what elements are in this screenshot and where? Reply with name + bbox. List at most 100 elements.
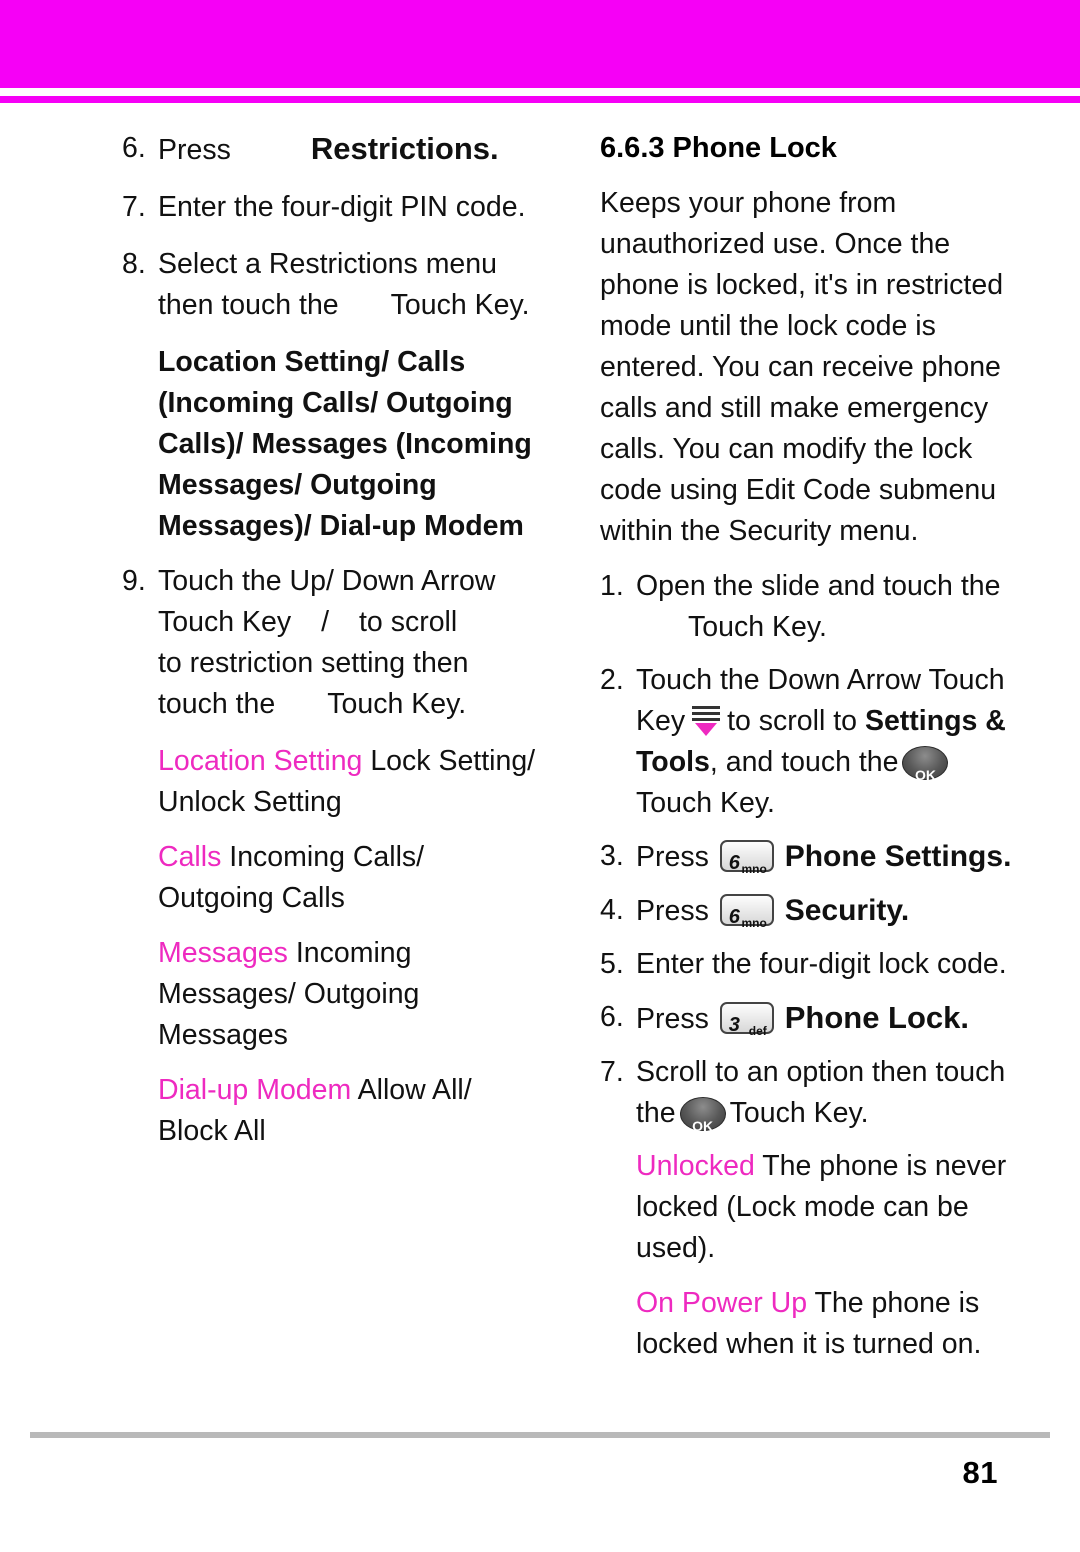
definition-item: On Power Up The phone is locked when it … bbox=[636, 1283, 1020, 1365]
bold-menu-line: Location Setting/ Calls bbox=[158, 346, 466, 378]
list-item-body: Open the slide and touch the Touch Key. bbox=[636, 566, 1020, 648]
step-text: Touch Key bbox=[158, 606, 292, 638]
down-arrow-key-icon bbox=[689, 704, 723, 738]
list-item-body: Press 6 mno Phone Settings. bbox=[636, 836, 1020, 878]
section-heading: 6.6.3 Phone Lock bbox=[600, 132, 837, 164]
step-text: Touch Key. bbox=[327, 688, 467, 720]
step-bold-term: Phone Lock bbox=[784, 1000, 961, 1035]
list-item-number: 6. bbox=[122, 132, 146, 164]
step-bold-term: Security bbox=[784, 894, 901, 927]
step-line-2: Touch Key / to scroll bbox=[158, 602, 542, 643]
bold-menu-block: Location Setting/ Calls (Incoming Calls/… bbox=[158, 342, 542, 547]
list-item: 7. Enter the four-digit PIN code. bbox=[122, 187, 542, 228]
step-text: Press bbox=[636, 895, 709, 927]
step-line-3: to restriction setting then bbox=[158, 647, 469, 679]
list-item: 6. Press 3 def Phone Lock. bbox=[600, 997, 1020, 1040]
list-item: 3. Press 6 mno Phone Settings. bbox=[600, 836, 1020, 878]
key-letters: mno bbox=[741, 916, 767, 930]
step-text: Touch Key. bbox=[729, 1097, 869, 1129]
top-accent-band bbox=[0, 0, 1080, 88]
step-line-2: Touch Key. bbox=[636, 607, 1020, 648]
step-line-1: Scroll to an option then touch bbox=[636, 1056, 1006, 1088]
list-item: 5. Enter the four-digit lock code. bbox=[600, 944, 1020, 985]
key-letters: mno bbox=[741, 862, 767, 876]
step-text: then touch the bbox=[158, 289, 339, 321]
step-text: Touch Key. bbox=[688, 611, 827, 643]
step-line-1: Select a Restrictions menu bbox=[158, 248, 497, 280]
definition-item: Messages Incoming Messages/ Outgoing Mes… bbox=[158, 933, 542, 1056]
step-bold-term: Phone Settings bbox=[784, 840, 1004, 873]
step-text: to scroll to bbox=[727, 705, 858, 737]
list-item-number: 9. bbox=[122, 565, 146, 597]
step-period: . bbox=[1003, 840, 1012, 873]
step-text: Press bbox=[636, 1003, 709, 1035]
step-period: . bbox=[900, 894, 910, 927]
step-bold-term: Settings & bbox=[864, 705, 1006, 737]
footer-rule bbox=[30, 1432, 1050, 1438]
ok-key-icon: OK bbox=[902, 746, 949, 783]
page-number: 81 bbox=[962, 1455, 998, 1490]
step-bold-term: Tools bbox=[636, 746, 710, 778]
step-line-1: Open the slide and touch the bbox=[636, 570, 1001, 602]
step-line-3: Tools, and touch the OK bbox=[636, 742, 1020, 783]
key-letters: def bbox=[748, 1024, 767, 1038]
step-text: Touch Key. bbox=[390, 289, 530, 321]
definition-term: Dial-up Modem bbox=[158, 1074, 352, 1106]
definition-term: Calls bbox=[158, 841, 222, 873]
step-period: . bbox=[490, 131, 499, 166]
step-text: touch the bbox=[158, 688, 276, 720]
step-bold-term: Restrictions bbox=[310, 131, 491, 166]
bold-menu-line: Messages)/ Dial-up Modem bbox=[158, 510, 524, 542]
definition-term: Location Setting bbox=[158, 745, 363, 777]
list-item: 9. Touch the Up/ Down Arrow Touch Key / to… bbox=[122, 561, 542, 725]
left-column: 6. Press Restrictions. 7. Enter the four-… bbox=[122, 128, 542, 1166]
definition-item: Dial-up Modem Allow All/ Block All bbox=[158, 1070, 542, 1152]
keypad-3-icon: 3 def bbox=[719, 1002, 774, 1038]
list-item-number: 6. bbox=[600, 1001, 624, 1033]
step-line-4: touch the Touch Key. bbox=[158, 684, 542, 725]
bold-menu-line: Calls)/ Messages (Incoming bbox=[158, 428, 532, 460]
step-text: to scroll bbox=[359, 606, 458, 638]
list-item: 1. Open the slide and touch the Touch Ke… bbox=[600, 566, 1020, 648]
list-item-body: Touch the Down Arrow Touch Key to scroll … bbox=[636, 660, 1020, 824]
key-digit: 3 bbox=[728, 1014, 740, 1036]
definition-item: Unlocked The phone is never locked (Lock… bbox=[636, 1146, 1020, 1269]
list-item: 7. Scroll to an option then touch the OK T… bbox=[600, 1052, 1020, 1134]
list-item-number: 3. bbox=[600, 840, 624, 872]
step-line-2: the OK Touch Key. bbox=[636, 1093, 1020, 1134]
list-item-number: 4. bbox=[600, 894, 624, 926]
step-line-1: Touch the Up/ Down Arrow bbox=[158, 565, 496, 597]
list-item: 6. Press Restrictions. bbox=[122, 128, 542, 171]
top-accent-rule bbox=[0, 96, 1080, 103]
intro-paragraph: Keeps your phone from unauthorized use. … bbox=[600, 187, 1004, 547]
list-item-body: Press Restrictions. bbox=[158, 128, 542, 171]
keypad-6-icon: 6 mno bbox=[719, 894, 774, 930]
step-text: Press bbox=[158, 134, 231, 166]
list-item: 4. Press 6 mno Security. bbox=[600, 890, 1020, 932]
definition-term: Messages bbox=[158, 937, 288, 969]
step-line-2: Key to scroll to Settings & bbox=[636, 701, 1020, 742]
step-line-2: then touch the Touch Key. bbox=[158, 285, 542, 326]
list-item-body: Touch the Up/ Down Arrow Touch Key / to sc… bbox=[158, 561, 542, 725]
list-item-number: 5. bbox=[600, 948, 624, 980]
bold-menu-line: Messages/ Outgoing bbox=[158, 469, 437, 501]
definition-term: On Power Up bbox=[636, 1287, 808, 1319]
list-item-number: 7. bbox=[122, 191, 146, 223]
step-text: Press bbox=[636, 841, 709, 873]
ok-key-icon: OK bbox=[679, 1097, 726, 1134]
key-digit: 6 bbox=[728, 852, 740, 874]
list-item-number: 8. bbox=[122, 248, 146, 280]
list-item-body: Enter the four-digit PIN code. bbox=[158, 191, 526, 223]
step-text: the bbox=[636, 1097, 676, 1129]
definition-term: Unlocked bbox=[636, 1150, 755, 1182]
definition-item: Location Setting Lock Setting/ Unlock Se… bbox=[158, 741, 542, 823]
key-digit: 6 bbox=[728, 906, 740, 928]
step-text: , and touch the bbox=[709, 746, 899, 778]
step-period: . bbox=[960, 1000, 970, 1035]
list-item-number: 7. bbox=[600, 1056, 624, 1088]
right-column: 6.6.3 Phone Lock Keeps your phone from u… bbox=[600, 128, 1020, 1379]
keypad-6-icon: 6 mno bbox=[719, 840, 774, 876]
list-item-body: Select a Restrictions menu then touch th… bbox=[158, 244, 542, 326]
list-item-body: Enter the four-digit lock code. bbox=[636, 948, 1007, 980]
list-item: 8. Select a Restrictions menu then touch… bbox=[122, 244, 542, 326]
